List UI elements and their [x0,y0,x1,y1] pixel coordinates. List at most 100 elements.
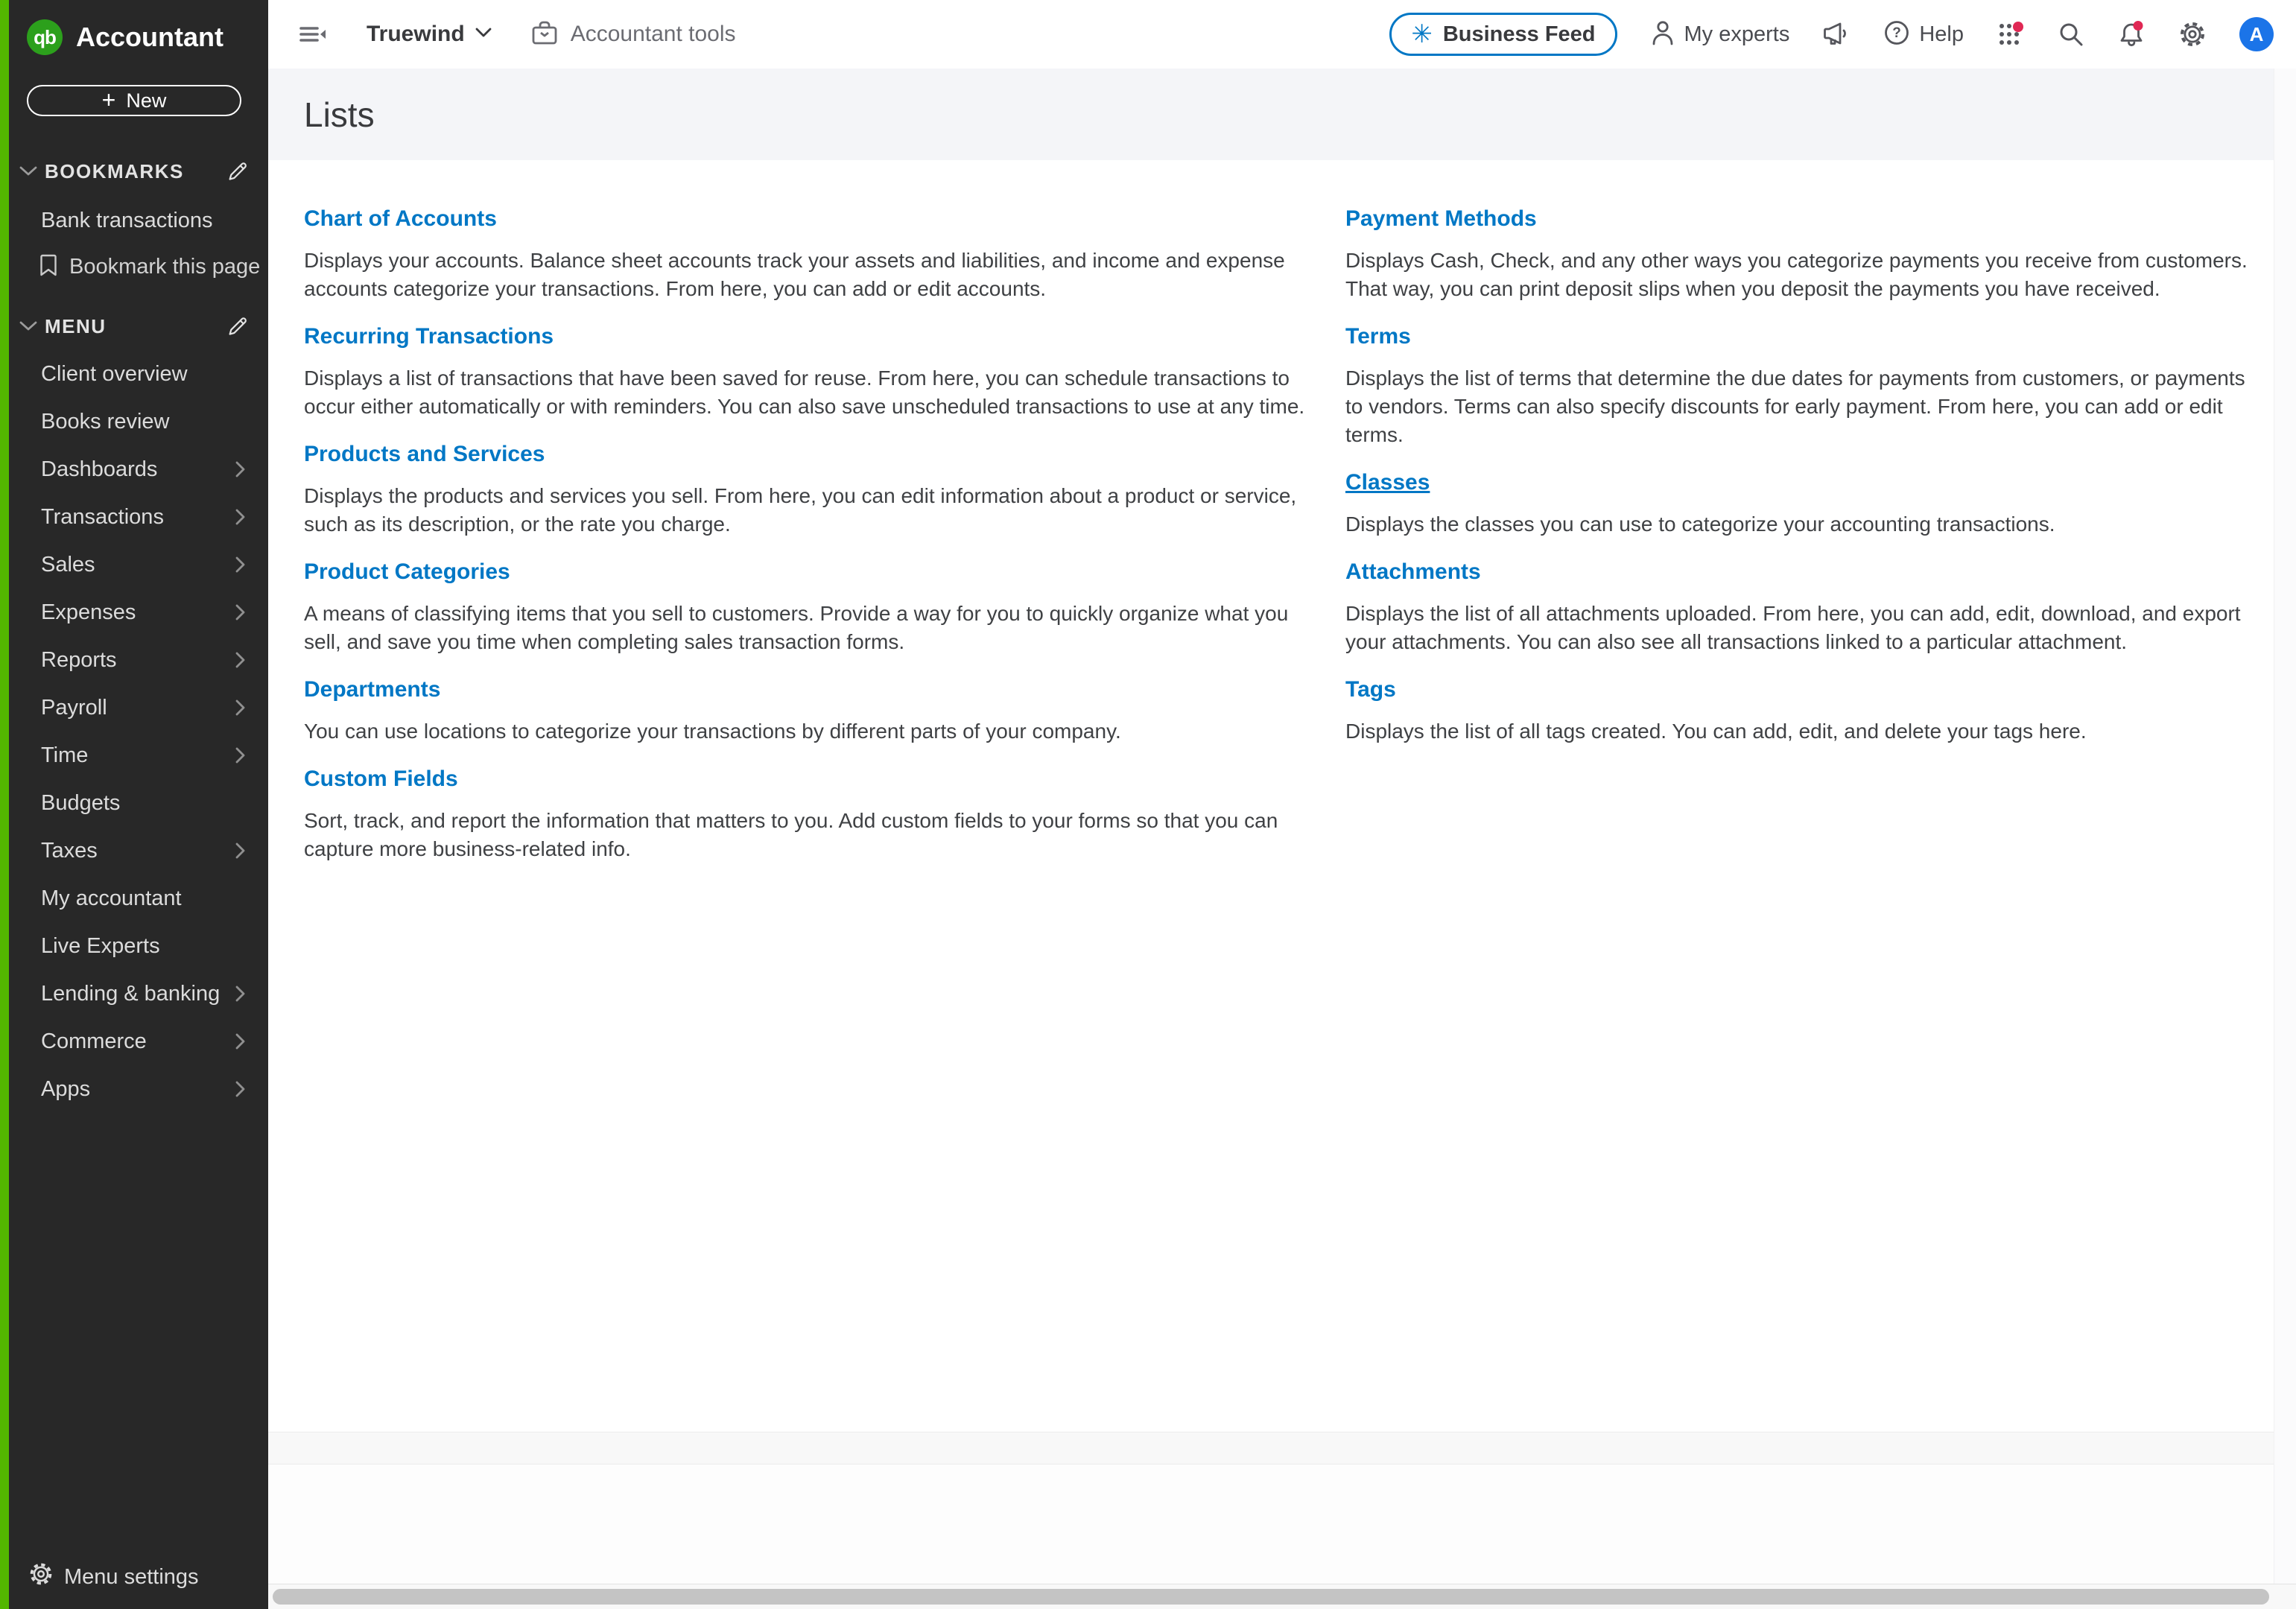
chevron-right-icon [235,604,246,621]
list-description: A means of classifying items that you se… [304,600,1317,656]
business-feed-button[interactable]: ✳ Business Feed [1389,13,1617,56]
notification-dot [2013,22,2023,32]
list-link-recurring-transactions[interactable]: Recurring Transactions [304,324,554,349]
sidebar-item-my-accountant[interactable]: My accountant [9,875,268,922]
new-button[interactable]: + New [27,85,241,116]
announcements-icon[interactable] [1822,22,1851,47]
vertical-scrollbar[interactable] [2274,69,2296,1584]
sidebar-item-label: Client overview [41,362,246,387]
sidebar-item-apps[interactable]: Apps [9,1065,268,1113]
company-switcher[interactable]: Truewind [367,22,492,47]
bookmark-this-page[interactable]: Bookmark this page [9,254,268,280]
horizontal-scrollbar[interactable] [268,1584,2296,1609]
sidebar-item-transactions[interactable]: Transactions [9,493,268,541]
chevron-down-icon [19,321,37,331]
notifications-bell-icon[interactable] [2117,20,2146,48]
list-description: Displays the list of all tags created. Y… [1345,717,2251,746]
list-section-attachments: AttachmentsDisplays the list of all atta… [1345,559,2251,656]
sidebar-item-label: Transactions [41,505,235,530]
chevron-right-icon [235,1081,246,1097]
lists-content: Chart of Accounts Displays your accounts.… [268,160,2296,1432]
list-link-product-categories[interactable]: Product Categories [304,559,510,585]
sidebar-item-time[interactable]: Time [9,731,268,779]
list-link-chart-of-accounts[interactable]: Chart of Accounts [304,206,497,232]
chevron-down-icon [475,28,492,41]
list-link-products-and-services[interactable]: Products and Services [304,442,545,467]
lists-right-column: Payment MethodsDisplays Cash, Check, and… [1345,206,2266,1432]
footer-divider-band [268,1432,2296,1464]
sidebar-item-books-review[interactable]: Books review [9,398,268,445]
sidebar-item-sales[interactable]: Sales [9,541,268,588]
chevron-right-icon [235,652,246,668]
my-experts-button[interactable]: My experts [1650,19,1790,50]
bookmarks-section-label: BOOKMARKS [45,160,184,183]
gear-icon [28,1561,54,1593]
qb-logo: qb Accountant [9,0,268,55]
edit-bookmarks-icon[interactable] [226,161,247,182]
sidebar-item-dashboards[interactable]: Dashboards [9,445,268,493]
sidebar-item-taxes[interactable]: Taxes [9,827,268,875]
sidebar-item-label: Sales [41,553,235,577]
sidebar-item-label: Expenses [41,600,235,625]
list-link-tags[interactable]: Tags [1345,677,1396,702]
edit-menu-icon[interactable] [226,316,247,337]
svg-text:?: ? [1893,25,1902,41]
list-link-terms[interactable]: Terms [1345,324,1411,349]
sidebar-item-label: Time [41,743,235,768]
list-link-attachments[interactable]: Attachments [1345,559,1481,585]
help-button[interactable]: ? Help [1883,19,1964,50]
sidebar-item-reports[interactable]: Reports [9,636,268,684]
sidebar-item-label: Apps [41,1077,235,1102]
sidebar-item-live-experts[interactable]: Live Experts [9,922,268,970]
topbar-actions: ✳ Business Feed My experts ? Help [1389,13,2274,56]
chevron-down-icon [19,166,37,177]
menu-section-header[interactable]: MENU [9,313,268,340]
list-description: Displays the products and services you s… [304,482,1317,539]
sidebar-item-expenses[interactable]: Expenses [9,588,268,636]
sidebar-menu-list: Client overview Books review Dashboards Tra… [9,350,268,1113]
top-header: Truewind Accountant tools ✳ Business Fee… [268,0,2296,69]
sidebar-item-label: Live Experts [41,934,246,959]
list-description: Displays your accounts. Balance sheet ac… [304,247,1317,303]
list-description: Displays a list of transactions that hav… [304,364,1317,421]
notification-dot [2134,21,2143,31]
list-link-custom-fields[interactable]: Custom Fields [304,767,458,792]
sidebar-item-budgets[interactable]: Budgets [9,779,268,827]
chevron-right-icon [235,986,246,1002]
list-link-payment-methods[interactable]: Payment Methods [1345,206,1537,232]
main-area: Truewind Accountant tools ✳ Business Fee… [268,0,2296,1609]
chevron-right-icon [235,461,246,477]
sidebar-item-label: Books review [41,410,246,434]
sidebar-item-lending-banking[interactable]: Lending & banking [9,970,268,1018]
chevron-right-icon [235,747,246,764]
sidebar-item-commerce[interactable]: Commerce [9,1018,268,1065]
apps-grid-icon[interactable] [1997,20,2025,48]
list-section-products-and-services: Products and Services Displays the produc… [304,442,1317,539]
bookmarks-section-header[interactable]: BOOKMARKS [9,158,268,185]
sidebar-item-label: Reports [41,648,235,673]
accountant-tools-button[interactable]: Accountant tools [530,19,736,50]
sidebar-item-payroll[interactable]: Payroll [9,684,268,731]
list-section-custom-fields: Custom FieldsSort, track, and report the… [304,767,1317,863]
help-icon: ? [1883,19,1910,50]
menu-settings-label: Menu settings [64,1565,199,1590]
sidebar-item-label: Taxes [41,839,235,863]
collapse-sidebar-icon[interactable] [298,21,328,48]
list-link-classes[interactable]: Classes [1345,470,1430,495]
help-label: Help [1919,22,1964,47]
user-avatar[interactable]: A [2239,17,2274,51]
app-title: Accountant [76,22,223,53]
list-link-departments[interactable]: Departments [304,677,440,702]
menu-settings-button[interactable]: Menu settings [28,1561,199,1593]
person-icon [1650,19,1675,50]
settings-gear-icon[interactable] [2178,20,2207,48]
new-button-label: New [126,89,166,112]
sidebar-item-label: My accountant [41,886,246,911]
accountant-tools-label: Accountant tools [571,22,736,47]
list-description: Displays the list of terms that determin… [1345,364,2251,449]
horizontal-scrollbar-thumb[interactable] [273,1589,2269,1605]
business-feed-label: Business Feed [1443,22,1596,47]
search-icon[interactable] [2058,21,2084,48]
sidebar-item-client-overview[interactable]: Client overview [9,350,268,398]
sidebar-item-bank-transactions[interactable]: Bank transactions [9,209,268,233]
